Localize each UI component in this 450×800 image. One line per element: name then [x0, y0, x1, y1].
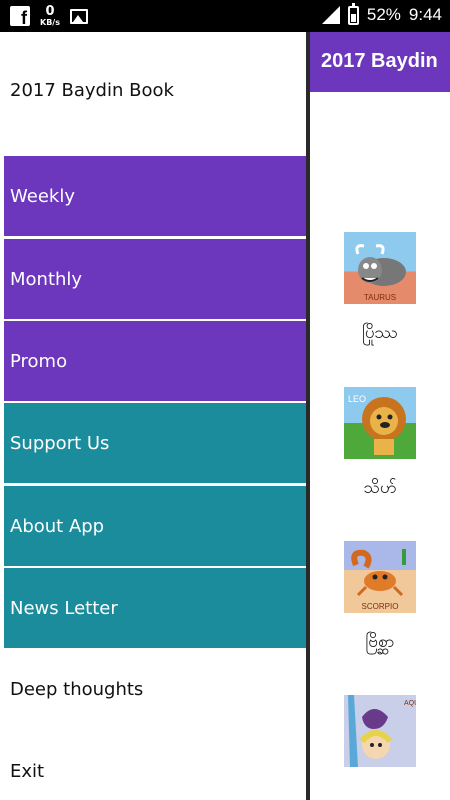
scorpio-caption: SCORPIO [361, 602, 399, 611]
taurus-caption: TAURUS [363, 293, 397, 302]
taurus-icon: TAURUS [344, 232, 416, 304]
app-title: 2017 Baydin [321, 50, 438, 72]
leo-caption: LEO [348, 394, 367, 404]
navigation-drawer: 2017 Baydin Book Weekly Monthly Promo Su… [0, 32, 310, 800]
signal-icon [321, 6, 340, 24]
scorpio-icon: SCORPIO [344, 541, 416, 613]
zodiac-item-leo[interactable]: LEO သိဟ် [330, 387, 430, 502]
aquarius-icon: AQUARIUS [344, 695, 416, 767]
network-speed-value: 0 [45, 4, 55, 19]
zodiac-item-aquarius[interactable]: AQUARIUS [330, 695, 430, 767]
drawer-title: 2017 Baydin Book [10, 80, 174, 101]
battery-icon [347, 2, 359, 25]
clock: 9:44 [408, 5, 442, 24]
menu-item-promo[interactable]: Promo [4, 321, 306, 401]
menu-item-deep-thoughts[interactable]: Deep thoughts [4, 649, 306, 729]
scorpio-label: ဗြိစ္ဆာ [365, 632, 395, 652]
aquarius-caption: AQUARIUS [404, 700, 416, 707]
menu-item-news-letter[interactable]: News Letter [4, 568, 306, 648]
leo-label: သိဟ် [363, 478, 397, 498]
zodiac-item-taurus[interactable]: TAURUS ပြိုဿ [330, 232, 430, 347]
battery-percent: 52% [366, 5, 401, 24]
menu-item-exit[interactable]: Exit [4, 731, 306, 800]
network-speed: 0 KB/s [40, 5, 60, 27]
leo-icon: LEO [344, 387, 416, 459]
status-bar: f 0 KB/s 52% 9:44 [0, 0, 450, 32]
menu-item-about-app[interactable]: About App [4, 486, 306, 566]
image-notification-icon [69, 8, 88, 24]
taurus-label: ပြိုဿ [362, 323, 398, 343]
network-speed-unit: KB/s [40, 18, 60, 27]
zodiac-item-scorpio[interactable]: SCORPIO ဗြိစ္ဆာ [330, 541, 430, 656]
facebook-notification-icon: f [10, 6, 30, 28]
menu-item-weekly[interactable]: Weekly [4, 156, 306, 236]
menu-item-monthly[interactable]: Monthly [4, 239, 306, 319]
menu-item-support-us[interactable]: Support Us [4, 403, 306, 483]
